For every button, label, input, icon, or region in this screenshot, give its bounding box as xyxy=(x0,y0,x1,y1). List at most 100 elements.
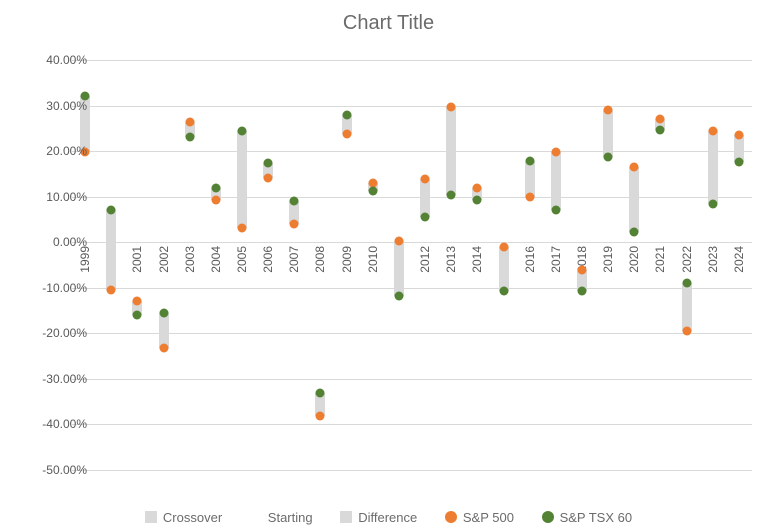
x-tick-label: 2020 xyxy=(627,246,641,273)
sp500-marker xyxy=(734,131,743,140)
plot-area: 1999200020012002200320042005200620072008… xyxy=(72,60,752,470)
x-tick-label: 2016 xyxy=(523,246,537,273)
tsx-marker xyxy=(682,279,691,288)
sp500-marker xyxy=(682,327,691,336)
y-tick-label: -10.00% xyxy=(27,281,87,295)
difference-bar xyxy=(420,179,430,217)
x-tick-label: 2021 xyxy=(653,246,667,273)
legend-item-starting: Starting xyxy=(250,510,313,525)
sp500-marker xyxy=(107,286,116,295)
x-tick-label: 2013 xyxy=(444,246,458,273)
x-tick-label: 2006 xyxy=(261,246,275,273)
tsx-marker xyxy=(421,213,430,222)
y-tick-label: -40.00% xyxy=(27,417,87,431)
sp500-marker xyxy=(499,242,508,251)
tsx-marker xyxy=(368,187,377,196)
gridline xyxy=(72,288,752,289)
difference-bar xyxy=(237,131,247,228)
tsx-marker xyxy=(211,184,220,193)
x-tick-label: 2007 xyxy=(287,246,301,273)
difference-bar xyxy=(603,110,613,156)
gridline xyxy=(72,379,752,380)
sp500-marker xyxy=(604,106,613,115)
tsx-marker xyxy=(473,196,482,205)
tsx-marker xyxy=(159,308,168,317)
tsx-marker xyxy=(133,311,142,320)
sp500-marker xyxy=(342,129,351,138)
sp500-marker xyxy=(708,126,717,135)
tsx-marker xyxy=(394,291,403,300)
tsx-marker xyxy=(447,191,456,200)
gridline xyxy=(72,60,752,61)
difference-bar xyxy=(708,131,718,204)
y-tick-label: 0.00% xyxy=(27,235,87,249)
sp500-marker xyxy=(656,115,665,124)
tsx-marker xyxy=(551,206,560,215)
x-tick-label: 2014 xyxy=(470,246,484,273)
sp500-marker xyxy=(290,220,299,229)
x-tick-label: 2024 xyxy=(732,246,746,273)
tsx-marker xyxy=(185,132,194,141)
legend: Crossover Starting Difference S&P 500 S&… xyxy=(0,510,777,527)
legend-label: S&P TSX 60 xyxy=(560,510,633,525)
x-tick-label: 2019 xyxy=(601,246,615,273)
difference-bar xyxy=(499,247,509,292)
x-tick-label: 2012 xyxy=(418,246,432,273)
sp500-marker xyxy=(630,163,639,172)
sp500-marker xyxy=(133,297,142,306)
gridline xyxy=(72,470,752,471)
x-tick-label: 2005 xyxy=(235,246,249,273)
y-tick-label: 10.00% xyxy=(27,190,87,204)
sp500-marker xyxy=(473,184,482,193)
chart-title: Chart Title xyxy=(0,0,777,35)
x-tick-label: 2003 xyxy=(183,246,197,273)
tsx-marker xyxy=(238,126,247,135)
x-tick-label: 2009 xyxy=(340,246,354,273)
legend-item-difference: Difference xyxy=(340,510,417,525)
x-tick-label: 2010 xyxy=(366,246,380,273)
sp500-marker xyxy=(421,175,430,184)
tsx-marker xyxy=(734,157,743,166)
tsx-marker xyxy=(525,156,534,165)
y-tick-label: 20.00% xyxy=(27,144,87,158)
tsx-marker xyxy=(656,125,665,134)
difference-bar xyxy=(551,152,561,210)
y-tick-label: 30.00% xyxy=(27,99,87,113)
tsx-marker xyxy=(499,287,508,296)
sp500-marker xyxy=(394,237,403,246)
y-tick-label: -50.00% xyxy=(27,463,87,477)
tsx-marker xyxy=(708,199,717,208)
legend-item-sp500: S&P 500 xyxy=(445,510,514,525)
sp500-marker xyxy=(159,344,168,353)
tsx-marker xyxy=(604,152,613,161)
difference-bar xyxy=(446,107,456,195)
y-tick-label: -20.00% xyxy=(27,326,87,340)
x-tick-label: 2004 xyxy=(209,246,223,273)
gridline xyxy=(72,151,752,152)
tsx-marker xyxy=(578,287,587,296)
tsx-marker xyxy=(342,110,351,119)
legend-label: S&P 500 xyxy=(463,510,514,525)
difference-bar xyxy=(682,283,692,331)
tsx-marker xyxy=(630,228,639,237)
legend-item-tsx: S&P TSX 60 xyxy=(542,510,633,525)
sp500-marker xyxy=(238,223,247,232)
sp500-marker xyxy=(447,102,456,111)
y-tick-label: 40.00% xyxy=(27,53,87,67)
y-tick-label: -30.00% xyxy=(27,372,87,386)
x-tick-label: 2001 xyxy=(130,246,144,273)
x-tick-label: 2017 xyxy=(549,246,563,273)
difference-bar xyxy=(394,241,404,295)
sp500-marker xyxy=(551,148,560,157)
x-tick-label: 2002 xyxy=(157,246,171,273)
tsx-marker xyxy=(264,159,273,168)
legend-label: Starting xyxy=(268,510,313,525)
gridline xyxy=(72,424,752,425)
tsx-marker xyxy=(107,206,116,215)
tsx-marker xyxy=(290,197,299,206)
legend-item-crossover: Crossover xyxy=(145,510,222,525)
sp500-marker xyxy=(316,412,325,421)
x-tick-label: 2023 xyxy=(706,246,720,273)
tsx-marker xyxy=(316,388,325,397)
gridline xyxy=(72,106,752,107)
